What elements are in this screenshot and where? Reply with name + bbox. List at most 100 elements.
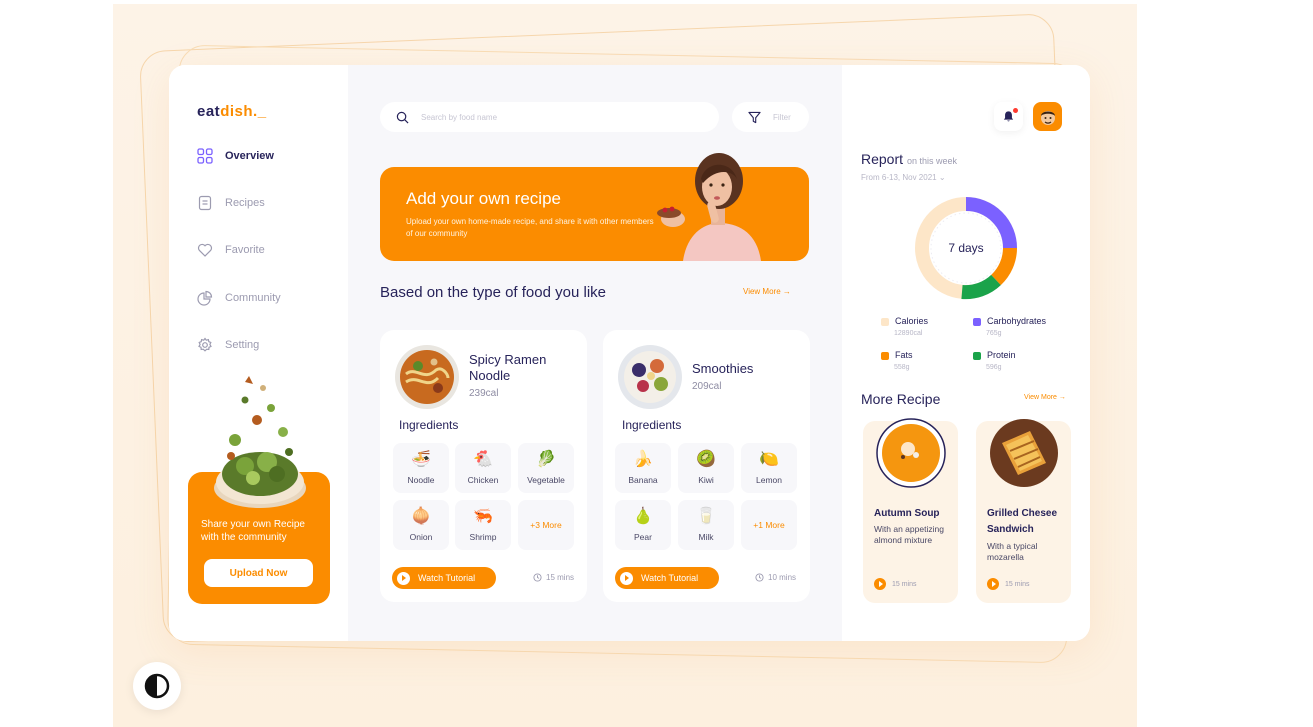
recipe-name: Spicy Ramen Noodle <box>469 352 547 383</box>
clock-icon <box>533 573 542 582</box>
pie-icon <box>197 290 213 306</box>
date-range-dropdown[interactable]: From 6-13, Nov 2021 ⌄ <box>861 173 946 182</box>
avatar[interactable] <box>1033 102 1062 131</box>
ingredient-label: Lemon <box>756 474 782 485</box>
search-input[interactable]: Search by food name <box>421 113 497 122</box>
ingredient-label: Onion <box>409 531 433 542</box>
onion-icon: 🧅 <box>411 507 431 525</box>
watch-tutorial-button[interactable]: Watch Tutorial <box>615 567 719 589</box>
cook-time: 15 mins <box>987 578 1030 590</box>
legend-label: Carbohydrates <box>987 316 1047 326</box>
ingredient-tile[interactable]: 🥬 Vegetable <box>518 443 574 493</box>
ingredient-tile[interactable]: 🍌 Banana <box>615 443 671 493</box>
ingredient-label: Pear <box>634 531 652 542</box>
upload-now-button[interactable]: Upload Now <box>204 559 313 587</box>
sidebar-item-label: Favorite <box>225 244 265 256</box>
recipe-name: Smoothies <box>692 361 754 376</box>
dashboard-window: eatdish._ Overview Recipes Favorite Comm… <box>169 65 1090 641</box>
ingredients-title: Ingredients <box>399 418 459 432</box>
vegetable-icon: 🥬 <box>536 450 556 468</box>
cook-time: 10 mins <box>755 573 796 582</box>
cook-time-label: 10 mins <box>768 573 797 582</box>
more-recipe-card[interactable]: Autumn Soup With an appetizing almond mi… <box>863 418 958 603</box>
sidebar-item-community[interactable]: Community <box>197 290 281 306</box>
filter-label: Filter <box>773 112 791 122</box>
notification-dot <box>1013 108 1018 113</box>
cook-time-label: 15 mins <box>892 580 917 588</box>
recipe-description: With a typical mozarella <box>987 541 1038 562</box>
more-ingredients-label: +1 More <box>753 520 785 530</box>
legend-label: Fats <box>895 350 913 360</box>
sidebar-item-label: Setting <box>225 339 260 351</box>
arrow-right-icon: → <box>1058 394 1066 401</box>
theme-toggle-button[interactable] <box>133 662 181 710</box>
banana-icon: 🍌 <box>633 450 653 468</box>
watch-tutorial-button[interactable]: Watch Tutorial <box>392 567 496 589</box>
share-text: Share your own Recipe with the community <box>201 519 305 543</box>
ingredient-tile[interactable]: 🥝 Kiwi <box>678 443 734 493</box>
ingredient-label: Milk <box>698 531 714 542</box>
recipe-card[interactable]: Smoothies 209cal Ingredients 🍌 Banana 🥝 Ki… <box>603 330 810 602</box>
sidebar-item-recipes[interactable]: Recipes <box>197 195 265 211</box>
ingredient-tile[interactable]: 🍜 Noodle <box>393 443 449 493</box>
more-recipe-card[interactable]: Grilled Chesee Sandwich With a typical m… <box>976 419 1071 603</box>
salad-bowl-image <box>214 376 306 508</box>
chevron-down-icon: ⌄ <box>938 173 946 182</box>
arrow-right-icon: → <box>782 287 791 296</box>
ramen-image <box>395 345 459 409</box>
view-more-link[interactable]: View More → <box>743 287 791 296</box>
sidebar-item-favorite[interactable]: Favorite <box>197 242 265 258</box>
view-more-link[interactable]: View More → <box>1024 394 1066 401</box>
grilled-cheese-image <box>990 419 1058 487</box>
legend-calories: Calories 12890cal <box>881 316 928 337</box>
legend-swatch <box>973 317 981 326</box>
more-ingredients-button[interactable]: +3 More <box>518 500 574 550</box>
date-range-label: From 6-13, Nov 2021 <box>861 173 937 182</box>
legend-value: 12890cal <box>894 330 923 337</box>
sidebar-item-overview[interactable]: Overview <box>197 148 274 164</box>
clock-icon <box>755 573 764 582</box>
legend-swatch <box>881 317 889 326</box>
play-icon <box>397 571 410 585</box>
gear-icon <box>198 337 212 352</box>
ingredient-tile[interactable]: 🐔 Chicken <box>455 443 511 493</box>
heart-icon <box>197 243 213 257</box>
lemon-icon: 🍋 <box>759 450 779 468</box>
add-recipe-banner[interactable]: Add your own recipe Upload your own home… <box>380 153 809 261</box>
logo-text: eat <box>197 103 221 120</box>
sidebar-item-label: Community <box>225 292 281 304</box>
search-icon <box>396 111 409 123</box>
ingredient-tile[interactable]: 🧅 Onion <box>393 500 449 550</box>
play-icon <box>620 571 633 585</box>
recipe-calories: 239cal <box>469 388 499 399</box>
legend-label: Protein <box>987 350 1016 360</box>
play-icon[interactable] <box>874 578 886 590</box>
section-title: Based on the type of food you like <box>380 284 606 301</box>
cook-time-label: 15 mins <box>1005 580 1030 588</box>
report-heading: Report on this week <box>861 151 957 167</box>
filter-button[interactable]: Filter <box>732 102 809 132</box>
legend-value: 596g <box>986 364 1002 371</box>
legend-swatch <box>881 351 889 360</box>
more-ingredients-button[interactable]: +1 More <box>741 500 797 550</box>
recipe-name: Grilled Chesee Sandwich <box>987 508 1058 535</box>
legend-fats: Fats 558g <box>881 350 913 371</box>
ingredient-tile[interactable]: 🥛 Milk <box>678 500 734 550</box>
autumn-soup-image <box>876 418 946 488</box>
ingredient-tile[interactable]: 🍐 Pear <box>615 500 671 550</box>
chicken-icon: 🐔 <box>473 450 493 468</box>
recipe-card[interactable]: Spicy Ramen Noodle 239cal Ingredients 🍜 N… <box>380 330 587 602</box>
ingredient-tile[interactable]: 🍋 Lemon <box>741 443 797 493</box>
notification-button[interactable] <box>994 102 1023 131</box>
ingredient-label: Shrimp <box>469 531 497 542</box>
user-avatar-icon <box>1040 110 1055 125</box>
search-bar[interactable]: Search by food name <box>380 102 719 132</box>
report-panel: Report on this week From 6-13, Nov 2021 ⌄… <box>842 65 1090 641</box>
ingredient-tile[interactable]: 🦐 Shrimp <box>455 500 511 550</box>
sidebar-item-setting[interactable]: Setting <box>197 337 259 353</box>
recipe-name: Autumn Soup <box>874 508 940 519</box>
document-icon <box>198 195 212 211</box>
play-icon[interactable] <box>987 578 999 590</box>
logo[interactable]: eatdish._ <box>197 103 267 120</box>
legend-value: 765g <box>986 330 1002 337</box>
